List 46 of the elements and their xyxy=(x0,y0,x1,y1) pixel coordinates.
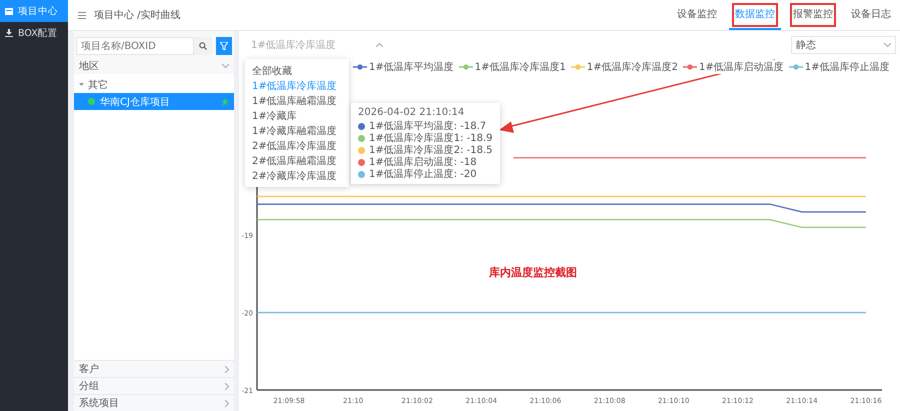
list-icon xyxy=(5,8,13,14)
legend-item[interactable]: 1#低温库启动温度 xyxy=(682,60,784,74)
search-button[interactable] xyxy=(194,37,212,55)
legend-item[interactable]: 1#低温库冷库温度2 xyxy=(570,60,678,74)
search-field[interactable]: 项目名称/BOXID xyxy=(76,37,194,55)
menu-item[interactable]: 2#低温库冷库温度 xyxy=(245,138,349,153)
menu-item[interactable]: 1#冷藏库融霜温度 xyxy=(245,123,349,138)
tree-node[interactable]: 其它 xyxy=(74,76,234,93)
section-header[interactable]: 客户 xyxy=(74,360,234,377)
filter-button[interactable] xyxy=(216,37,232,55)
region-label: 地区 xyxy=(79,60,99,73)
breadcrumb: 项目中心 /实时曲线 xyxy=(94,8,182,22)
tooltip-entry: 1#低温库冷库温度1: -18.9 xyxy=(369,132,493,144)
chevron-down-icon[interactable] xyxy=(222,64,229,68)
legend-item[interactable]: 1#低温库冷库温度1 xyxy=(458,60,566,74)
chevron-up-icon xyxy=(376,43,383,47)
tooltip-entry: 1#低温库停止温度: -20 xyxy=(369,168,477,181)
chevron-right-icon xyxy=(225,366,229,372)
filter-icon xyxy=(220,42,228,50)
annotation-text: 库内温度监控截图 xyxy=(489,265,577,280)
tab[interactable]: 设备监控 xyxy=(671,0,723,30)
menu-item[interactable]: 1#冷藏库 xyxy=(245,108,349,123)
section-header[interactable]: 系统项目 xyxy=(74,394,234,411)
tooltip-entry: 1#低温库启动温度: -18 xyxy=(369,156,477,168)
tooltip-entry: 1#低温库冷库温度2: -18.5 xyxy=(369,144,493,156)
search-icon xyxy=(199,42,207,50)
menu-item[interactable]: 1#低温库融霜温度 xyxy=(245,93,349,108)
chevron-right-icon xyxy=(225,382,229,390)
download-icon xyxy=(5,29,13,37)
star-icon[interactable] xyxy=(221,98,229,106)
chevron-right-icon xyxy=(225,400,229,406)
menu-item[interactable]: 全部收藏 xyxy=(245,63,349,78)
menu-icon[interactable] xyxy=(78,12,86,18)
caret-icon[interactable] xyxy=(79,82,84,87)
tooltip-entry: 1#低温库平均温度: -18.7 xyxy=(369,120,486,132)
mode-select[interactable]: 静态 xyxy=(791,36,896,54)
menu-item[interactable]: 2#冷藏库冷库温度 xyxy=(245,168,349,183)
menu-item[interactable]: 2#低温库融霜温度 xyxy=(245,153,349,168)
tab[interactable]: 报警监控 xyxy=(787,0,839,30)
tab[interactable]: 设备日志 xyxy=(845,0,897,30)
legend-item[interactable]: 1#低温库平均温度 xyxy=(353,60,454,74)
tooltip-time: 2026-04-02 21:10:14 xyxy=(358,107,466,120)
section-header[interactable]: 分组 xyxy=(74,377,234,394)
chevron-down-icon xyxy=(884,43,891,47)
legend-item[interactable]: 1#低温库停止温度 xyxy=(788,60,890,74)
sidebar-item[interactable]: BOX配置 xyxy=(0,22,68,44)
